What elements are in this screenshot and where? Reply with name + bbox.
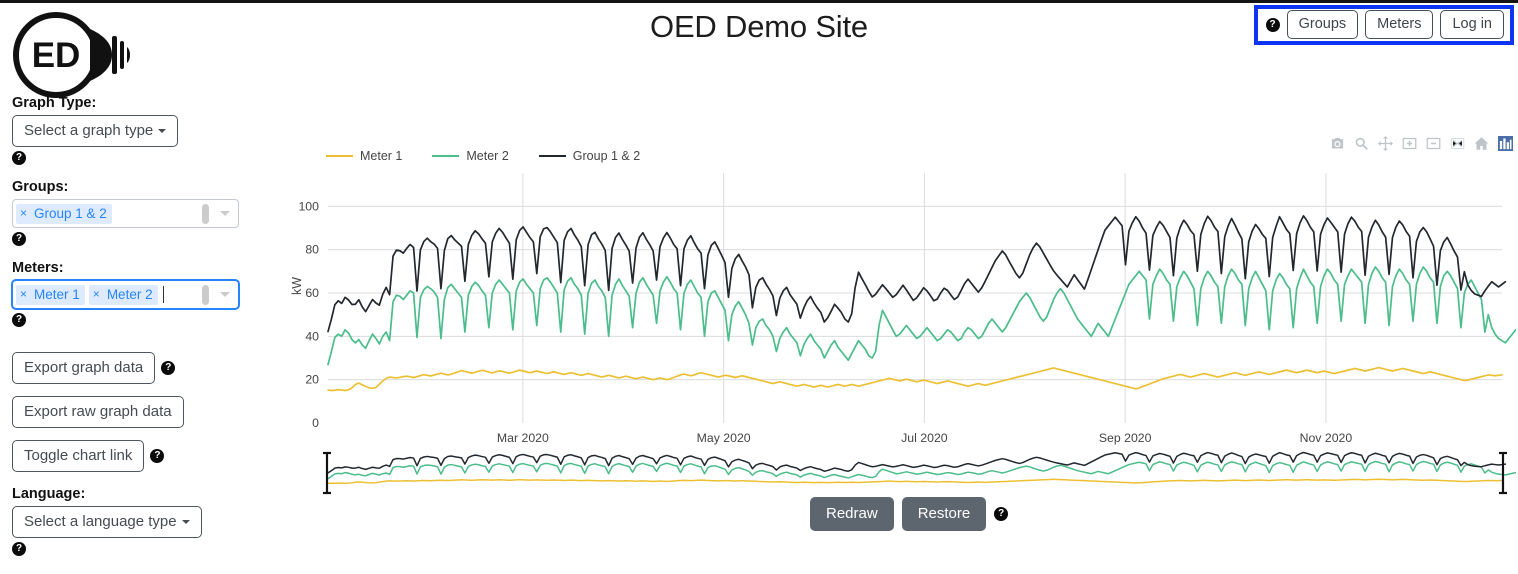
- nav-login-button[interactable]: Log in: [1440, 9, 1504, 40]
- toggle-chart-link-button[interactable]: Toggle chart link: [12, 440, 145, 472]
- chip-label: Meter 2: [106, 286, 153, 302]
- y-tick-label: 60: [305, 286, 319, 300]
- legend-swatch: [326, 155, 353, 157]
- chip-meter-2[interactable]: × Meter 2: [88, 284, 158, 305]
- groups-dropdown-arrow-icon[interactable]: [212, 200, 238, 227]
- nav-meters-button[interactable]: Meters: [1365, 9, 1434, 40]
- rangeslider-line-meter-2: [327, 460, 1518, 480]
- restore-button[interactable]: Restore: [901, 497, 987, 531]
- series-line-group-1-2: [327, 215, 1507, 333]
- chart-gridlines: [328, 173, 1502, 423]
- graph-type-select[interactable]: Select a graph type: [12, 115, 179, 147]
- chip-meter-1[interactable]: × Meter 1: [16, 284, 85, 305]
- graph-type-help-icon[interactable]: ?: [12, 150, 26, 165]
- options-sidebar: Graph Type: Select a graph type ? Groups…: [12, 95, 264, 574]
- svg-text:ED: ED: [32, 36, 81, 75]
- chip-label: Meter 1: [34, 286, 80, 302]
- camera-icon[interactable]: [1330, 136, 1345, 151]
- meters-label: Meters:: [12, 260, 64, 276]
- chevron-down-icon: [158, 129, 167, 134]
- graph-type-label: Graph Type:: [12, 95, 97, 111]
- export-raw-graph-data-button[interactable]: Export raw graph data: [12, 396, 184, 428]
- legend-item-group-1-2[interactable]: Group 1 & 2: [538, 149, 641, 163]
- top-nav-highlight-box: ? Groups Meters Log in: [1253, 5, 1514, 45]
- home-icon[interactable]: [1474, 136, 1489, 151]
- series-line-meter-2: [327, 266, 1518, 366]
- legend-item-meter-1[interactable]: Meter 1: [326, 149, 402, 163]
- oed-logo[interactable]: ED: [8, 9, 133, 99]
- x-tick-label: Mar 2020: [497, 431, 549, 445]
- meters-help-icon[interactable]: ?: [12, 312, 26, 327]
- language-help-icon[interactable]: ?: [12, 541, 26, 556]
- meters-dropdown-arrow-icon[interactable]: [212, 281, 238, 308]
- zoom-out-icon[interactable]: [1426, 136, 1441, 151]
- chip-label: Group 1 & 2: [34, 205, 107, 221]
- legend-label: Group 1 & 2: [572, 149, 641, 163]
- lightbulb-icon: ED: [13, 12, 130, 98]
- legend-swatch: [432, 155, 460, 157]
- x-tick-label: Sep 2020: [1099, 431, 1152, 445]
- legend-swatch: [538, 155, 566, 157]
- text-cursor: [162, 286, 164, 303]
- y-tick-label: 40: [305, 329, 319, 343]
- groups-help-icon[interactable]: ?: [12, 231, 26, 246]
- rangeslider-line-meter-1: [327, 478, 1503, 485]
- chart-series-lines: [327, 215, 1518, 392]
- autoscale-icon[interactable]: [1450, 136, 1465, 151]
- graph-type-value: Select a graph type: [24, 122, 154, 139]
- pan-icon[interactable]: [1378, 136, 1393, 151]
- y-tick-label: 100: [298, 199, 319, 213]
- chart-rangeslider[interactable]: [323, 451, 1518, 495]
- y-axis-tick-labels: 0 20 40 60 80 100: [298, 199, 319, 430]
- redraw-help-icon[interactable]: ?: [994, 507, 1009, 521]
- chip-group-1-2[interactable]: × Group 1 & 2: [16, 203, 112, 224]
- chip-remove-icon[interactable]: ×: [89, 285, 104, 305]
- x-tick-label: Nov 2020: [1300, 431, 1353, 445]
- zoom-icon[interactable]: [1354, 136, 1369, 151]
- chart-legend: Meter 1 Meter 2 Group 1 & 2: [326, 149, 640, 163]
- plotly-modebar[interactable]: [1330, 136, 1513, 151]
- y-axis-title: kW: [290, 276, 305, 296]
- export-graph-data-button[interactable]: Export graph data: [12, 352, 156, 384]
- toggle-chart-link-help-icon[interactable]: ?: [150, 449, 165, 463]
- zoom-in-icon[interactable]: [1402, 136, 1417, 151]
- legend-label: Meter 1: [360, 149, 403, 163]
- groups-label: Groups:: [12, 179, 69, 195]
- app-root: OED Demo Site ? Groups Meters Log in ED …: [0, 0, 1518, 574]
- x-tick-label: May 2020: [697, 431, 751, 445]
- multiselect-separator: [199, 281, 212, 308]
- language-value: Select a language type: [24, 513, 177, 530]
- redraw-button[interactable]: Redraw: [810, 497, 894, 531]
- groups-multiselect-controls: [199, 200, 238, 227]
- chip-remove-icon[interactable]: ×: [16, 204, 31, 224]
- y-tick-label: 0: [312, 416, 319, 430]
- language-select[interactable]: Select a language type: [12, 506, 202, 538]
- help-icon[interactable]: ?: [1265, 17, 1280, 32]
- chip-remove-icon[interactable]: ×: [16, 285, 31, 305]
- chart-plot-area[interactable]: 0 20 40 60 80 100 Mar 2020 May 2020 Jul 2020 Sep…: [276, 129, 1518, 499]
- y-tick-label: 20: [305, 373, 319, 387]
- meters-multiselect-controls: [199, 281, 238, 308]
- x-axis-tick-labels: Mar 2020 May 2020 Jul 2020 Sep 2020 Nov 2020: [497, 431, 1352, 445]
- language-label: Language:: [12, 486, 86, 502]
- chart-action-buttons: Redraw Restore ?: [810, 497, 1009, 531]
- legend-label: Meter 2: [466, 149, 509, 163]
- nav-groups-button[interactable]: Groups: [1286, 9, 1359, 40]
- legend-item-meter-2[interactable]: Meter 2: [432, 149, 509, 163]
- bar-chart-icon[interactable]: [1498, 136, 1513, 151]
- x-tick-label: Jul 2020: [901, 431, 948, 445]
- chevron-down-icon: [181, 520, 190, 525]
- energy-line-chart[interactable]: Meter 1 Meter 2 Group 1 & 2 kW 0 20 40 6…: [276, 129, 1518, 499]
- y-tick-label: 80: [305, 243, 319, 257]
- groups-multiselect[interactable]: × Group 1 & 2: [12, 199, 239, 228]
- export-graph-data-help-icon[interactable]: ?: [161, 361, 176, 375]
- meters-multiselect[interactable]: × Meter 1 × Meter 2: [12, 280, 239, 309]
- multiselect-separator: [199, 200, 212, 227]
